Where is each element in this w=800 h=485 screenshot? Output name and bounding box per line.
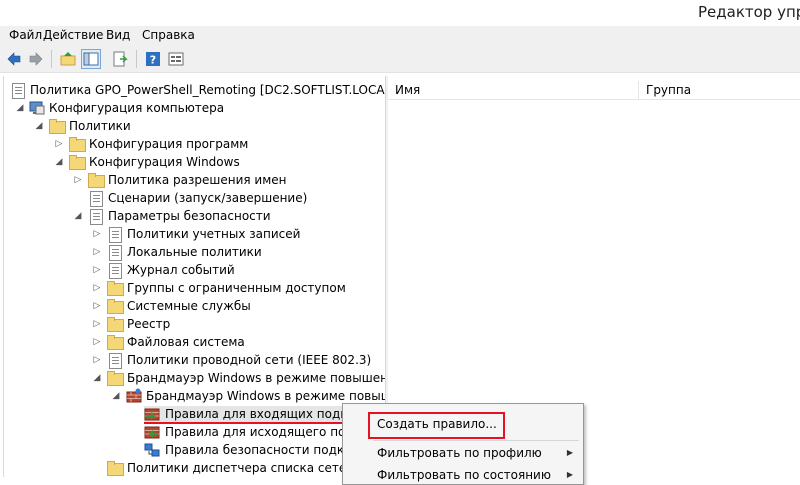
forward-arrow-icon[interactable]: [26, 49, 46, 69]
svg-text:?: ?: [150, 54, 156, 67]
toolbar-separator: [136, 50, 137, 68]
column-header-label: Группа: [646, 83, 692, 97]
title-bar: Редактор управ: [0, 0, 800, 26]
menu-file[interactable]: Файл: [9, 27, 42, 43]
properties-icon[interactable]: [166, 49, 186, 69]
expand-arrow-icon[interactable]: ▷: [91, 279, 103, 297]
menu-separator: [373, 440, 579, 441]
tree-node-label: Реестр: [127, 317, 171, 331]
tree-node-label: Файловая система: [127, 335, 245, 349]
expand-arrow-icon[interactable]: ▷: [72, 171, 84, 189]
script-icon: [88, 190, 104, 207]
computer-icon: [29, 100, 45, 116]
tree-node-label: Конфигурация программ: [89, 137, 249, 151]
expand-arrow-icon[interactable]: ▷: [91, 225, 103, 243]
show-hide-console-tree-icon[interactable]: [81, 49, 101, 69]
help-icon[interactable]: ?: [143, 49, 163, 69]
folder-icon: [107, 316, 124, 332]
menu-item-filter-state[interactable]: Фильтровать по состоянию: [377, 468, 551, 482]
submenu-arrow-icon: ▶: [566, 470, 573, 479]
inbound-rules-icon: [144, 406, 160, 422]
expand-arrow-icon[interactable]: ▷: [91, 315, 103, 333]
submenu-arrow-icon: ▶: [566, 448, 573, 457]
tree-node-label: Политики: [69, 119, 131, 133]
folder-icon: [107, 334, 124, 350]
connection-security-icon: [144, 442, 160, 458]
expand-arrow-icon[interactable]: ▷: [53, 135, 65, 153]
tree-node-label: Группы с ограниченным доступом: [127, 281, 346, 295]
tree-node-label: Правила безопасности подключ: [165, 443, 369, 457]
expand-arrow-icon[interactable]: ▷: [91, 333, 103, 351]
console-tree[interactable]: Политика GPO_PowerShell_Remoting [DC2.SO…: [4, 76, 385, 477]
policy-icon: [107, 226, 123, 243]
red-highlight-annotation: [368, 412, 505, 439]
tree-node-label: Журнал событий: [127, 263, 235, 277]
policy-icon: [107, 262, 123, 279]
menu-item-label: Фильтровать по профилю: [377, 446, 542, 460]
folder-icon: [69, 136, 86, 152]
tree-node-label: Параметры безопасности: [108, 209, 271, 223]
menu-item-label: Фильтровать по состоянию: [377, 468, 551, 482]
tree-node-label: Сценарии (запуск/завершение): [108, 191, 308, 205]
tree-node-label: Конфигурация Windows: [89, 155, 240, 169]
collapse-arrow-icon[interactable]: ◢: [91, 369, 103, 387]
tree-node-label: Политика GPO_PowerShell_Remoting [DC2.SO…: [30, 83, 385, 97]
collapse-arrow-icon[interactable]: ◢: [14, 99, 26, 117]
folder-icon: [69, 154, 86, 170]
collapse-arrow-icon[interactable]: ◢: [33, 117, 45, 135]
menu-help[interactable]: Справка: [142, 27, 195, 43]
toolbar-separator: [51, 50, 52, 68]
column-header-name[interactable]: Имя: [388, 81, 639, 100]
tree-node-label: Локальные политики: [127, 245, 262, 259]
up-folder-icon[interactable]: [58, 49, 78, 69]
tree-node-label: Системные службы: [127, 299, 251, 313]
tree-node-label: Брандмауэр Windows в режиме повышенной б: [127, 371, 385, 385]
collapse-arrow-icon[interactable]: ◢: [72, 207, 84, 225]
tree-node-label: Конфигурация компьютера: [49, 101, 225, 115]
outbound-rules-icon: [144, 424, 160, 440]
firewall-icon: [126, 388, 142, 404]
folder-icon: [88, 172, 105, 188]
folder-icon: [107, 280, 124, 296]
expand-arrow-icon[interactable]: ▷: [91, 243, 103, 261]
folder-icon: [107, 298, 124, 314]
menu-bar: Файл Действие Вид Справка: [0, 26, 800, 46]
back-arrow-icon[interactable]: [4, 49, 24, 69]
expand-arrow-icon[interactable]: ▷: [91, 261, 103, 279]
policy-document-icon: [10, 82, 26, 99]
tree-node-label: Политики учетных записей: [127, 227, 301, 241]
network-policy-icon: [107, 352, 123, 369]
policy-icon: [107, 244, 123, 261]
folder-icon: [107, 370, 124, 386]
menu-item-filter-profile[interactable]: Фильтровать по профилю: [377, 446, 542, 460]
folder-icon: [107, 460, 124, 476]
tree-node-label: Политики диспетчера списка сетей: [127, 461, 355, 475]
column-header-group[interactable]: Группа: [639, 81, 800, 100]
expand-arrow-icon[interactable]: ▷: [91, 351, 103, 369]
expand-arrow-icon[interactable]: ▷: [91, 297, 103, 315]
toolbar: ?: [0, 46, 800, 73]
menu-action[interactable]: Действие: [43, 27, 103, 43]
tree-node-label: Политика разрешения имен: [108, 173, 287, 187]
column-header-label: Имя: [395, 83, 421, 97]
export-list-icon[interactable]: [110, 49, 130, 69]
window-title: Редактор управ: [698, 3, 800, 21]
collapse-arrow-icon[interactable]: ◢: [110, 387, 122, 405]
tree-node-label: Политики проводной сети (IEEE 802.3): [127, 353, 372, 367]
folder-icon: [49, 118, 66, 134]
security-settings-icon: [88, 208, 104, 225]
collapse-arrow-icon[interactable]: ◢: [53, 153, 65, 171]
menu-view[interactable]: Вид: [106, 27, 130, 43]
